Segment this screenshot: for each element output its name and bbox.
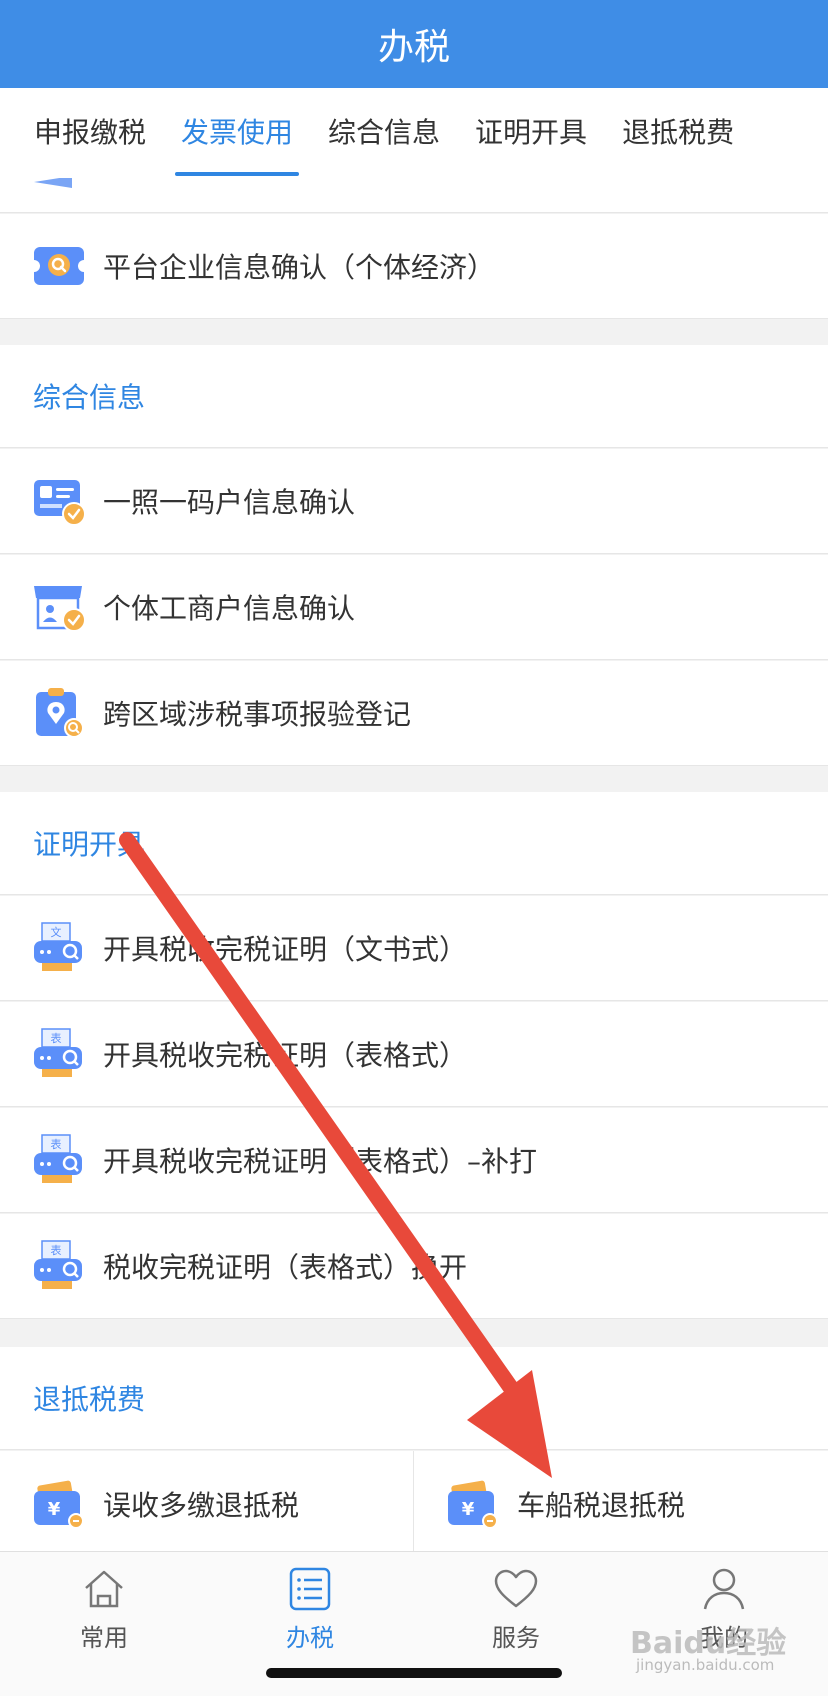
watermark-url: jingyan.baidu.com xyxy=(636,1656,775,1674)
service-list[interactable]: 平台企业信息确认（个体经济） 综合信息 一照一码户信息确认 个体工商户信息确认 xyxy=(0,178,828,1551)
section-title-refund: 退抵税费 xyxy=(0,1347,828,1450)
list-item-label: 个体工商户信息确认 xyxy=(103,592,356,625)
clipboard-location-icon xyxy=(36,688,84,738)
list-item-license-confirm[interactable]: 一照一码户信息确认 xyxy=(0,449,828,554)
heart-icon xyxy=(494,1569,538,1608)
grid-item-label: 车船税退抵税 xyxy=(517,1488,686,1522)
nav-item-common[interactable]: 常用 xyxy=(44,1566,164,1666)
grid-item-label: 误收多缴退抵税 xyxy=(103,1488,300,1522)
printer-search-icon: 文 xyxy=(34,922,82,971)
svg-text:表: 表 xyxy=(51,1243,62,1257)
page-title: 办税 xyxy=(377,27,450,68)
printer-search-icon: 表 xyxy=(34,1240,82,1289)
partial-item-icon xyxy=(34,178,72,188)
list-item-label: 一照一码户信息确认 xyxy=(103,486,356,519)
printer-search-icon: 表 xyxy=(34,1028,82,1077)
nav-item-service[interactable]: 服务 xyxy=(456,1566,576,1666)
list-item-label: 跨区域涉税事项报验登记 xyxy=(103,698,412,731)
grid-item-vehicle-tax-refund[interactable]: ¥ 车船税退抵税 xyxy=(414,1451,828,1551)
list-item-label: 开具税收完税证明（文书式） xyxy=(103,933,468,966)
list-item-cert-reprint[interactable]: 表 开具税收完税证明（表格式）–补打 xyxy=(0,1108,828,1213)
wallet-yuan-icon: ¥ xyxy=(34,1480,84,1529)
list-item-partial[interactable] xyxy=(0,178,828,213)
tab-general-info[interactable]: 综合信息 xyxy=(328,88,440,178)
list-item-cert-document[interactable]: 文 开具税收完税证明（文书式） xyxy=(0,896,828,1001)
list-item-business-confirm[interactable]: 个体工商户信息确认 xyxy=(0,555,828,660)
home-icon xyxy=(85,1570,123,1608)
tab-certificate[interactable]: 证明开具 xyxy=(475,88,587,178)
category-tabs: 申报缴税 发票使用 综合信息 证明开具 退抵税费 xyxy=(0,88,828,178)
ticket-search-icon xyxy=(32,247,86,285)
list-item-label: 税收完税证明（表格式）换开 xyxy=(103,1251,468,1284)
tab-declare-pay[interactable]: 申报缴税 xyxy=(34,88,146,178)
list-item-label: 平台企业信息确认（个体经济） xyxy=(103,251,496,284)
list-item-cert-table[interactable]: 表 开具税收完税证明（表格式） xyxy=(0,1002,828,1107)
section-title-certificate: 证明开具 xyxy=(0,792,828,895)
grid-item-overpaid-refund[interactable]: ¥ 误收多缴退抵税 xyxy=(0,1451,414,1551)
wallet-yuan-icon: ¥ xyxy=(448,1480,498,1529)
list-item-label: 开具税收完税证明（表格式） xyxy=(103,1039,468,1072)
svg-text:表: 表 xyxy=(51,1031,62,1045)
list-item-cert-exchange[interactable]: 表 税收完税证明（表格式）换开 xyxy=(0,1214,828,1319)
list-item-label: 开具税收完税证明（表格式）–补打 xyxy=(103,1145,538,1178)
svg-text:¥: ¥ xyxy=(462,1499,475,1520)
nav-item-tax[interactable]: 办税 xyxy=(250,1566,370,1666)
home-indicator[interactable] xyxy=(266,1668,562,1678)
tab-refund[interactable]: 退抵税费 xyxy=(622,88,734,178)
id-card-check-icon xyxy=(34,480,86,526)
printer-search-icon: 表 xyxy=(34,1134,82,1183)
svg-text:¥: ¥ xyxy=(48,1499,61,1520)
tab-invoice-use[interactable]: 发票使用 xyxy=(175,88,300,178)
list-item-cross-region[interactable]: 跨区域涉税事项报验登记 xyxy=(0,661,828,766)
user-icon xyxy=(703,1568,745,1610)
list-icon xyxy=(289,1567,331,1611)
shop-check-icon xyxy=(34,586,86,632)
list-item-platform-confirm[interactable]: 平台企业信息确认（个体经济） xyxy=(0,214,828,319)
section-title-general-info: 综合信息 xyxy=(0,345,828,448)
svg-text:表: 表 xyxy=(51,1137,62,1151)
app-header: 办税 xyxy=(0,0,828,88)
svg-text:文: 文 xyxy=(51,925,62,939)
